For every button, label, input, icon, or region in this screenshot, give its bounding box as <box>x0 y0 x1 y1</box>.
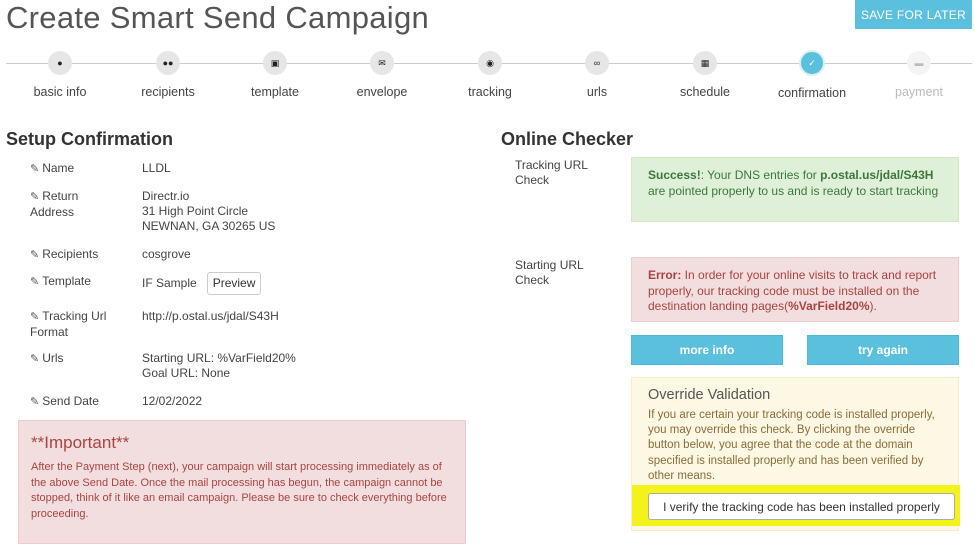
verify-tracking-code-button[interactable]: I verify the tracking code has been inst… <box>648 493 955 520</box>
confirmation-value: Starting URL: %VarField20% Goal URL: Non… <box>142 351 296 380</box>
wizard-step-tracking[interactable]: ◉ tracking <box>435 48 545 99</box>
confirmation-value: 12/02/2022 <box>142 394 203 408</box>
confirmation-value: IF Sample Preview <box>142 272 382 295</box>
online-checker-title: Online Checker <box>501 129 634 149</box>
wizard-step-label: payment <box>895 85 943 99</box>
confirmation-value: cosgrove <box>142 247 191 261</box>
target-icon: ◉ <box>478 51 502 75</box>
wizard-step-schedule[interactable]: ▦ schedule <box>650 48 760 99</box>
edit-icon: ✎ <box>30 276 40 288</box>
confirmation-label[interactable]: ✎ Recipients <box>30 247 130 263</box>
confirmation-label[interactable]: ✎ Urls <box>30 351 130 367</box>
link-icon: ∞ <box>585 51 609 75</box>
image-file-icon: ▣ <box>263 51 287 75</box>
important-text: After the Payment Step (next), your camp… <box>31 461 447 520</box>
wizard-step-label: schedule <box>679 85 731 99</box>
preview-button[interactable]: Preview <box>206 272 262 295</box>
override-title: Override Validation <box>648 387 771 403</box>
wizard-step-label: tracking <box>468 85 512 99</box>
wizard-step-label: basic info <box>33 85 87 99</box>
confirmation-label[interactable]: ✎ Tracking Url Format <box>30 309 130 340</box>
page-title: Create Smart Send Campaign <box>6 0 430 35</box>
tracking-url-check-label: Tracking URL Check <box>515 158 588 187</box>
try-again-button[interactable]: try again <box>807 335 959 365</box>
edit-icon: ✎ <box>30 396 40 408</box>
wizard-step-envelope[interactable]: ✉ envelope <box>327 48 437 99</box>
more-info-button[interactable]: more info <box>631 335 783 365</box>
confirmation-value: http://p.ostal.us/jdal/S43H <box>142 309 279 323</box>
confirmation-value: LLDL <box>142 161 171 175</box>
wizard-step-basic-info[interactable]: ● basic info <box>5 48 115 99</box>
important-notice: **Important** After the Payment Step (ne… <box>18 420 466 544</box>
confirmation-label[interactable]: ✎ Name <box>30 161 130 177</box>
confirmation-label[interactable]: ✎ Template <box>30 274 130 290</box>
edit-icon: ✎ <box>30 163 40 175</box>
credit-card-icon: ▬ <box>907 51 931 75</box>
wizard-step-payment: ▬ payment <box>864 48 974 99</box>
starting-url-check-label: Starting URL Check <box>515 258 584 287</box>
wizard-steps: ● basic info ●● recipients ▣ template ✉ … <box>0 48 975 108</box>
important-title: **Important** <box>31 433 130 452</box>
confirmation-label[interactable]: ✎ Return Address <box>30 189 130 220</box>
edit-icon: ✎ <box>30 311 40 323</box>
wizard-step-label: confirmation <box>777 86 847 100</box>
setup-confirmation-title: Setup Confirmation <box>6 129 173 149</box>
save-for-later-button[interactable]: SAVE FOR LATER <box>855 0 972 29</box>
wizard-step-label: envelope <box>356 85 408 99</box>
user-icon: ● <box>48 51 72 75</box>
edit-icon: ✎ <box>30 353 40 365</box>
wizard-step-urls[interactable]: ∞ urls <box>542 48 652 99</box>
wizard-step-recipients[interactable]: ●● recipients <box>113 48 223 99</box>
wizard-step-template[interactable]: ▣ template <box>220 48 330 99</box>
confirmation-label[interactable]: ✎ Send Date <box>30 394 130 410</box>
tracking-success-alert: Success!: Your DNS entries for p.ostal.u… <box>631 157 959 222</box>
confirmation-value: Directr.io 31 High Point Circle NEWNAN, … <box>142 189 276 233</box>
wizard-step-label: template <box>251 85 299 99</box>
wizard-step-label: recipients <box>141 85 195 99</box>
edit-icon: ✎ <box>30 191 40 203</box>
check-icon: ✓ <box>799 50 825 76</box>
starting-url-error-alert: Error: In order for your online visits t… <box>631 257 959 322</box>
envelope-icon: ✉ <box>370 51 394 75</box>
wizard-step-label: urls <box>586 85 608 99</box>
wizard-step-confirmation[interactable]: ✓ confirmation <box>757 48 867 100</box>
calendar-icon: ▦ <box>693 51 717 75</box>
users-icon: ●● <box>156 51 180 75</box>
override-text: If you are certain your tracking code is… <box>648 409 935 482</box>
edit-icon: ✎ <box>30 249 40 261</box>
